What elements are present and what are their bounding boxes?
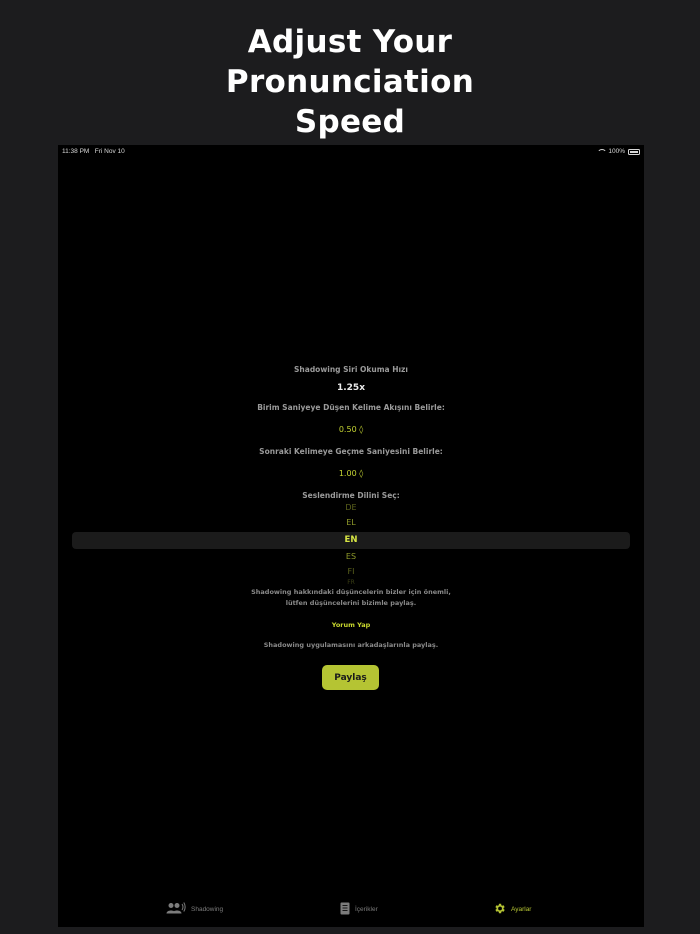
share-description: Shadowing uygulamasını arkadaşlarınla pa…: [263, 641, 439, 649]
tab-contents[interactable]: İçerikler: [340, 902, 378, 917]
tab-shadowing[interactable]: Shadowing: [166, 902, 223, 916]
language-label: Seslendirme Dilini Seç:: [302, 491, 400, 500]
status-bar: 11:38 PM Fri Nov 10 100%: [58, 145, 644, 159]
tab-shadowing-label: Shadowing: [191, 905, 224, 913]
share-button[interactable]: Paylaş: [322, 665, 379, 690]
language-option[interactable]: DE: [58, 503, 644, 512]
battery-percent: 100%: [608, 148, 625, 155]
battery-icon: [628, 148, 640, 155]
tab-contents-label: İçerikler: [355, 906, 378, 913]
status-time: 11:38 PM: [62, 148, 90, 155]
feedback-text-line-1: Shadowing hakkındaki düşüncelerin bizler…: [251, 588, 451, 596]
next-word-stepper[interactable]: 1.00 ◊: [58, 469, 644, 478]
status-time-date: 11:38 PM Fri Nov 10: [62, 148, 125, 155]
headline-line-2: Pronunciation: [225, 64, 475, 100]
language-option[interactable]: FR: [58, 579, 644, 586]
review-link[interactable]: Yorum Yap: [58, 621, 644, 629]
next-word-label: Sonraki Kelimeye Geçme Saniyesini Belirl…: [259, 447, 443, 456]
people-speaking-icon: [166, 902, 186, 916]
speed-label: Shadowing Siri Okuma Hızı: [294, 365, 408, 374]
language-option[interactable]: FI: [58, 567, 644, 576]
language-option[interactable]: ES: [58, 552, 644, 561]
word-flow-stepper[interactable]: 0.50 ◊: [58, 425, 644, 434]
speed-value[interactable]: 1.25x: [58, 383, 644, 393]
headline-line-1: Adjust Your: [247, 24, 453, 60]
promo-headline: Adjust Your Pronunciation Speed: [0, 22, 700, 142]
word-flow-label: Birim Saniyeye Düşen Kelime Akışını Beli…: [257, 403, 445, 412]
wifi-icon: [597, 148, 608, 155]
feedback-text-line-2: lütfen düşüncelerini bizimle paylaş.: [285, 599, 417, 607]
gear-icon: [493, 902, 506, 917]
device-screen: 11:38 PM Fri Nov 10 100% Shadowing Siri …: [58, 145, 644, 927]
status-date: Fri Nov 10: [94, 148, 125, 155]
tab-settings-label: Ayarlar: [511, 906, 532, 913]
tab-bar: Shadowing İçerikler Ayarlar: [58, 893, 644, 927]
document-icon: [340, 902, 350, 917]
status-right: 100%: [597, 148, 640, 155]
language-option-selected[interactable]: EN: [58, 535, 644, 545]
headline-line-3: Speed: [294, 104, 406, 140]
tab-settings[interactable]: Ayarlar: [493, 902, 531, 917]
language-option[interactable]: EL: [58, 518, 644, 527]
